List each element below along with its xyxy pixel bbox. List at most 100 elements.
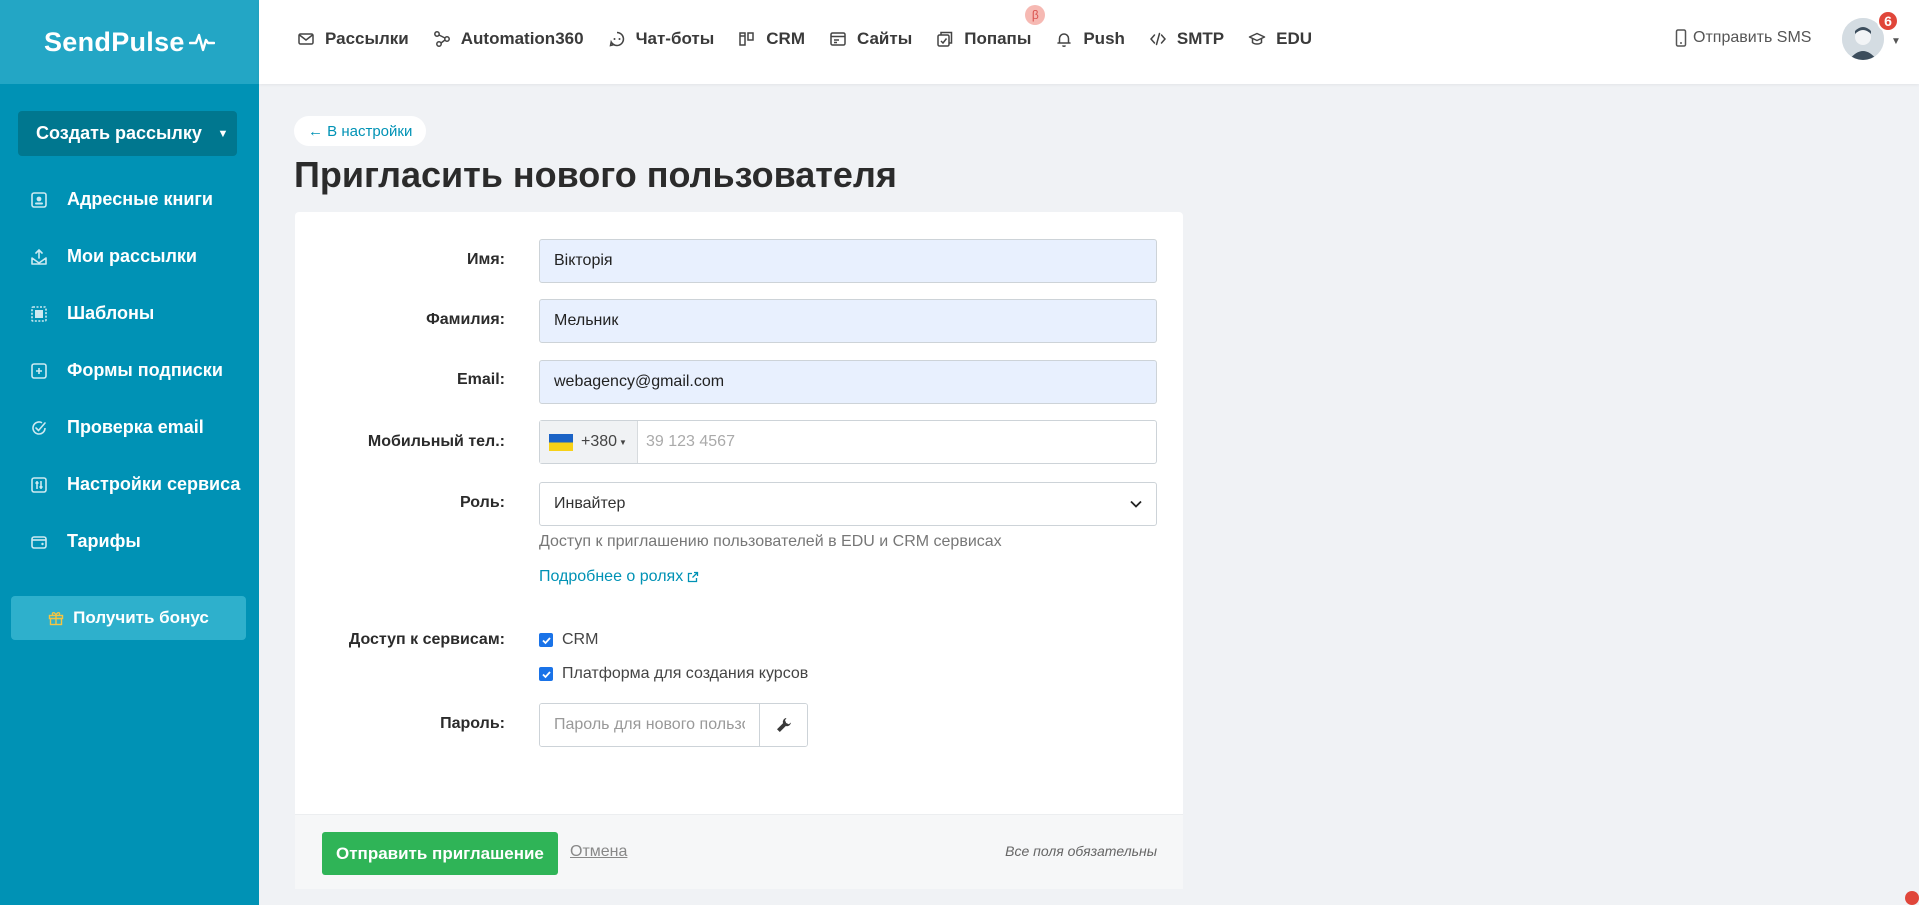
service-crm-label: CRM bbox=[562, 631, 599, 648]
role-label: Роль: bbox=[460, 494, 505, 511]
campaigns-icon bbox=[30, 248, 48, 266]
password-field[interactable] bbox=[539, 703, 808, 747]
country-code: +380 bbox=[581, 433, 618, 450]
top-nav: Рассылки Automation360 Чат-боты CRM Сайт… bbox=[297, 0, 1336, 78]
phone-field[interactable]: +380 ▼ 39 123 4567 bbox=[539, 420, 1157, 464]
address-book-icon bbox=[30, 191, 48, 209]
chat-widget-dot[interactable] bbox=[1905, 891, 1919, 905]
phone-label: Мобильный тел.: bbox=[367, 433, 505, 450]
send-invite-button[interactable]: Отправить приглашение bbox=[322, 832, 558, 875]
topnav-label: Automation360 bbox=[460, 29, 584, 48]
sidebar-nav: Адресные книги Мои рассылки Шаблоны Форм… bbox=[0, 171, 259, 570]
services-label: Доступ к сервисам: bbox=[348, 631, 505, 648]
external-link-icon bbox=[688, 571, 699, 583]
last-name-label: Фамилия: bbox=[426, 311, 505, 328]
role-value: Инвайтер bbox=[554, 495, 626, 512]
sidebar-item-label: Шаблоны bbox=[67, 303, 155, 323]
sidebar-item-email-check[interactable]: Проверка email bbox=[0, 399, 259, 456]
checkbox-crm[interactable] bbox=[539, 633, 553, 647]
topnav-label: Чат-боты bbox=[635, 29, 715, 48]
sendpulse-logo[interactable]: SendPulse bbox=[44, 27, 215, 58]
sites-icon bbox=[829, 30, 847, 48]
page-title: Пригласить нового пользователя bbox=[294, 154, 897, 195]
caret-down-icon: ▼ bbox=[619, 437, 627, 447]
top-header: Рассылки Automation360 Чат-боты CRM Сайт… bbox=[259, 0, 1919, 84]
checkmark-icon bbox=[541, 636, 551, 644]
wrench-icon bbox=[776, 718, 791, 732]
sidebar-item-my-campaigns[interactable]: Мои рассылки bbox=[0, 228, 259, 285]
wallet-icon bbox=[30, 533, 48, 551]
roles-info-label: Подробнее о ролях bbox=[539, 568, 684, 585]
topnav-sites[interactable]: Сайты bbox=[829, 29, 912, 49]
roles-info-link[interactable]: Подробнее о ролях bbox=[539, 568, 699, 586]
service-courses-label: Платформа для создания курсов bbox=[562, 665, 809, 682]
topnav-automation360[interactable]: Automation360 bbox=[433, 29, 584, 49]
sidebar-item-address-books[interactable]: Адресные книги bbox=[0, 171, 259, 228]
send-sms-label: Отправить SMS bbox=[1693, 29, 1812, 46]
form-footer: Отправить приглашение Отмена Все поля об… bbox=[295, 814, 1183, 889]
pulse-icon bbox=[188, 33, 215, 52]
phone-placeholder: 39 123 4567 bbox=[646, 433, 735, 450]
caret-down-icon[interactable]: ▼ bbox=[1891, 36, 1901, 47]
service-courses-checkbox-row[interactable]: Платформа для создания курсов bbox=[539, 665, 808, 683]
chevron-down-icon bbox=[1130, 500, 1142, 508]
topnav-popups[interactable]: Попапы β bbox=[936, 5, 1046, 49]
sidebar-item-label: Формы подписки bbox=[67, 360, 223, 380]
check-email-icon bbox=[30, 419, 48, 437]
templates-icon bbox=[30, 305, 48, 323]
topnav-label: SMTP bbox=[1176, 29, 1225, 48]
get-bonus-button[interactable]: Получить бонус bbox=[11, 596, 246, 640]
caret-down-icon[interactable]: ▼ bbox=[209, 128, 237, 140]
graduation-cap-icon bbox=[1248, 30, 1266, 48]
generate-password-button[interactable] bbox=[759, 704, 807, 746]
role-select[interactable]: Инвайтер bbox=[539, 482, 1157, 526]
cancel-link[interactable]: Отмена bbox=[570, 843, 627, 861]
last-name-field[interactable]: Мельник bbox=[539, 299, 1157, 343]
sidebar-item-tariffs[interactable]: Тарифы bbox=[0, 513, 259, 570]
checkbox-courses[interactable] bbox=[539, 667, 553, 681]
create-campaign-label: Создать рассылку bbox=[36, 123, 202, 143]
topnav-label: Попапы bbox=[964, 29, 1032, 48]
logo-text: SendPulse bbox=[44, 26, 185, 57]
sidebar-item-label: Настройки сервиса bbox=[67, 474, 241, 494]
checkmark-icon bbox=[541, 670, 551, 678]
first-name-label: Имя: bbox=[467, 251, 505, 268]
topnav-label: EDU bbox=[1276, 29, 1313, 48]
popups-icon bbox=[936, 30, 954, 48]
topnav-label: Push bbox=[1083, 29, 1125, 48]
sidebar-item-label: Проверка email bbox=[67, 417, 204, 437]
sidebar-item-forms[interactable]: Формы подписки bbox=[0, 342, 259, 399]
send-sms-button[interactable]: Отправить SMS bbox=[1675, 29, 1811, 47]
topnav-edu[interactable]: EDU bbox=[1248, 29, 1312, 49]
service-crm-checkbox-row[interactable]: CRM bbox=[539, 631, 598, 649]
settings-icon bbox=[30, 476, 48, 494]
topnav-chatbots[interactable]: Чат-боты bbox=[608, 29, 715, 49]
sidebar-item-label: Мои рассылки bbox=[67, 246, 197, 266]
password-label: Пароль: bbox=[440, 715, 505, 732]
password-input[interactable] bbox=[540, 704, 759, 746]
role-hint: Доступ к приглашению пользователей в EDU… bbox=[539, 533, 1002, 550]
topnav-push[interactable]: Push bbox=[1055, 29, 1125, 49]
topnav-smtp[interactable]: SMTP bbox=[1149, 29, 1224, 49]
back-to-settings-link[interactable]: ← В настройки bbox=[294, 116, 427, 146]
sidebar-item-service-settings[interactable]: Настройки сервиса bbox=[0, 456, 259, 513]
sidebar: SendPulse Создать рассылку ▼ Адресные кн… bbox=[0, 0, 259, 905]
get-bonus-label: Получить бонус bbox=[73, 608, 209, 627]
logo-area: SendPulse bbox=[0, 0, 259, 84]
required-note: Все поля обязательны bbox=[1005, 843, 1157, 859]
sidebar-item-templates[interactable]: Шаблоны bbox=[0, 285, 259, 342]
invite-form-card: Имя: Вікторія Фамилия: Мельник Email: we… bbox=[295, 212, 1183, 889]
email-field[interactable]: webagency@gmail.com bbox=[539, 360, 1157, 404]
code-icon bbox=[1149, 30, 1167, 48]
gift-icon bbox=[48, 612, 64, 626]
crm-icon bbox=[738, 30, 756, 48]
email-label: Email: bbox=[456, 371, 505, 388]
bell-icon bbox=[1055, 30, 1073, 48]
topnav-crm[interactable]: CRM bbox=[738, 29, 805, 49]
beta-badge: β bbox=[1025, 5, 1046, 25]
notification-badge[interactable]: 6 bbox=[1877, 10, 1899, 32]
topnav-campaigns[interactable]: Рассылки bbox=[297, 29, 409, 49]
first-name-field[interactable]: Вікторія bbox=[539, 239, 1157, 283]
create-campaign-button[interactable]: Создать рассылку ▼ bbox=[18, 111, 237, 156]
country-code-select[interactable]: +380 ▼ bbox=[540, 421, 638, 463]
